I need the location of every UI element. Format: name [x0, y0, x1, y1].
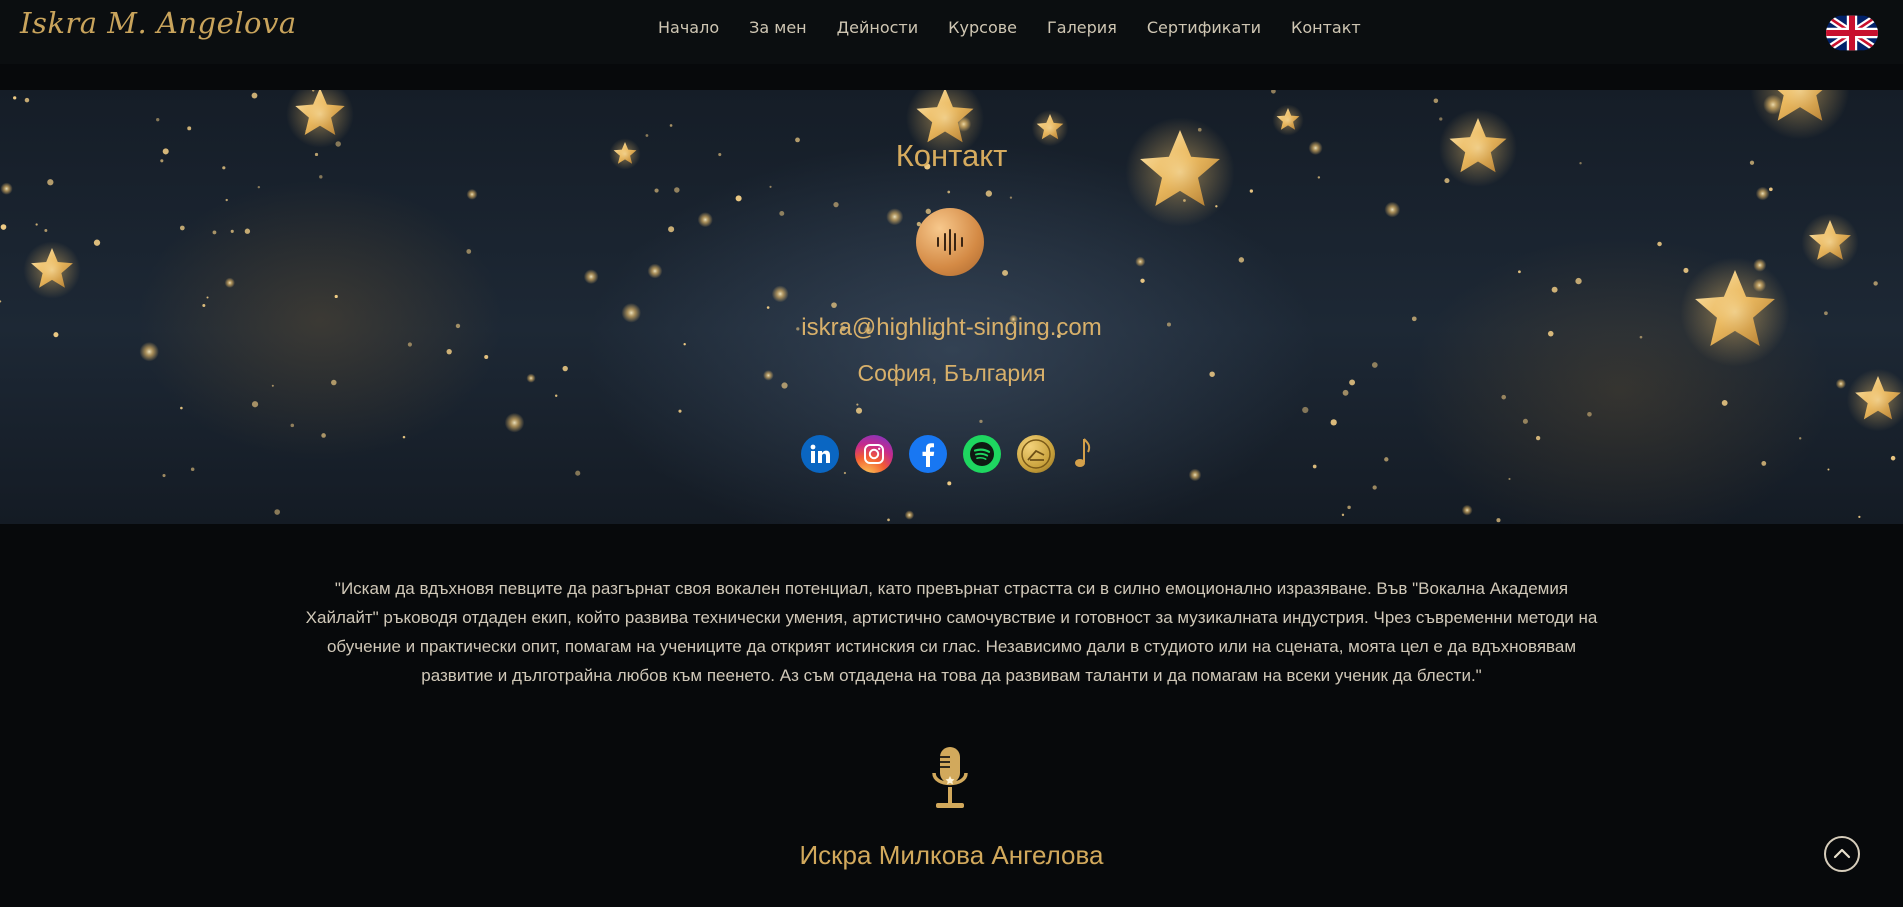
contact-title: Контакт: [895, 138, 1008, 173]
nav-link-certificates[interactable]: Сертификати: [1147, 18, 1261, 37]
music-note-icon[interactable]: [1071, 435, 1095, 473]
contact-email[interactable]: iskra@highlight-singing.com: [0, 314, 1903, 342]
instagram-icon[interactable]: [855, 435, 893, 473]
nav-link-contact[interactable]: Контакт: [1291, 18, 1361, 37]
site-header: Iskra M. Angelova Начало За мен Дейности…: [0, 0, 1903, 64]
author-name: Искра Милкова Ангелова: [799, 840, 1104, 870]
nav-link-gallery[interactable]: Галерия: [1047, 18, 1117, 37]
nav-link-home[interactable]: Начало: [658, 18, 719, 37]
nav-link-about[interactable]: За мен: [749, 18, 807, 37]
site-logo[interactable]: Iskra M. Angelova: [20, 6, 297, 40]
social-links: [801, 435, 1095, 473]
linkedin-icon[interactable]: [801, 435, 839, 473]
spotify-icon[interactable]: [963, 435, 1001, 473]
facebook-icon[interactable]: [909, 435, 947, 473]
microphone-icon: [928, 745, 972, 819]
mission-quote: "Искам да вдъхновя певците да разгърнат …: [305, 579, 1598, 685]
sound-wave-icon: [916, 208, 984, 276]
nav-link-activities[interactable]: Дейности: [837, 18, 919, 37]
contact-location: София, България: [857, 360, 1046, 386]
uk-flag-icon[interactable]: [1826, 15, 1878, 51]
chevron-up-icon: [1833, 848, 1851, 859]
nav-link-courses[interactable]: Курсове: [948, 18, 1017, 37]
coin-icon[interactable]: [1017, 435, 1055, 473]
contact-hero: Контакт iskra@highlight-singing.com Софи…: [0, 90, 1903, 524]
back-to-top-button[interactable]: [1824, 836, 1860, 872]
main-nav: Начало За мен Дейности Курсове Галерия С…: [658, 18, 1361, 37]
